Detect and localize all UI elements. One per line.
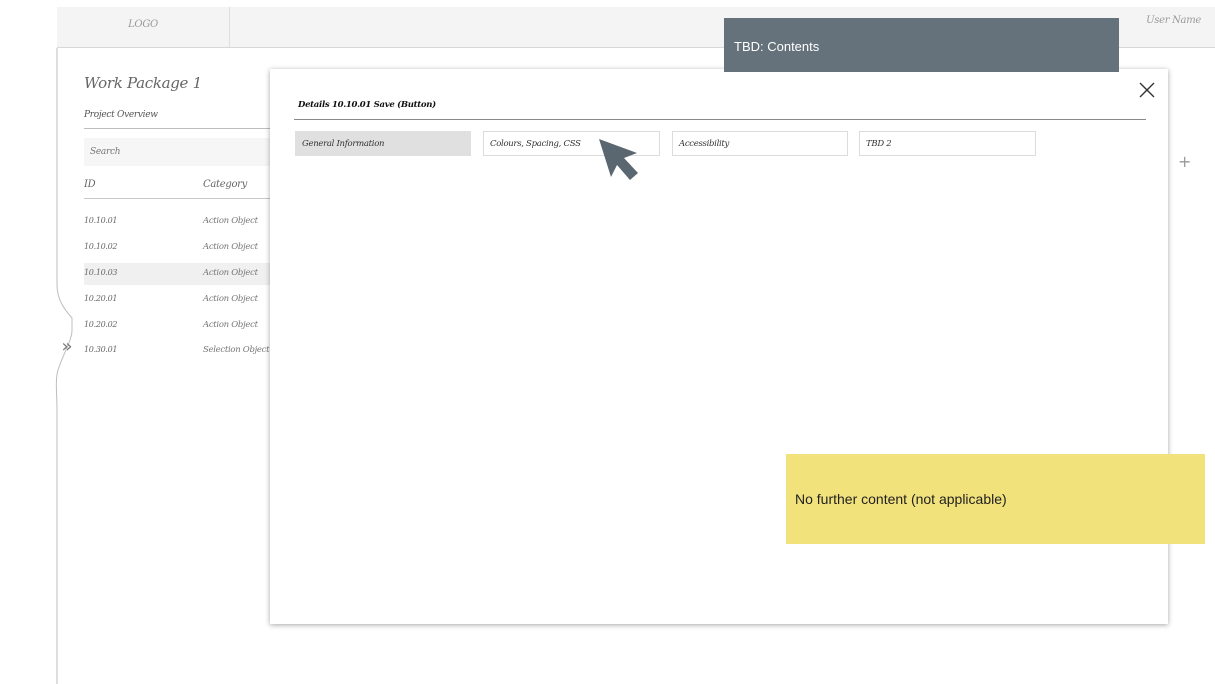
double-chevron-right-icon[interactable]: » xyxy=(56,336,78,358)
modal-title: Details 10.10.01 Save (Button) xyxy=(298,100,436,110)
row-category: Action Object xyxy=(203,320,258,330)
row-id: 10.20.01 xyxy=(84,294,118,303)
tab-accessibility[interactable]: Accessibility xyxy=(672,131,848,156)
row-category: Selection Object xyxy=(203,345,270,355)
annotation-tbd-contents: TBD: Contents xyxy=(724,18,1119,72)
row-id: 10.20.02 xyxy=(84,320,118,329)
tab-project-overview[interactable]: Project Overview xyxy=(84,110,158,120)
column-header-category[interactable]: Category xyxy=(203,179,247,190)
work-package-title: Work Package 1 xyxy=(84,74,202,92)
row-category: Action Object xyxy=(203,242,258,252)
row-category: Action Object xyxy=(203,268,258,278)
user-name[interactable]: User Name xyxy=(1146,15,1201,26)
search-input[interactable]: Search xyxy=(84,138,270,166)
logo-cell: LOGO xyxy=(57,7,230,47)
table-row[interactable]: 10.10.02 Action Object xyxy=(84,237,270,259)
table-row[interactable]: 10.20.02 Action Object xyxy=(84,315,270,337)
table-row[interactable]: 10.30.01 Selection Object xyxy=(84,340,270,362)
close-icon[interactable] xyxy=(1136,79,1158,101)
column-divider xyxy=(84,198,270,199)
row-category: Action Object xyxy=(203,216,258,226)
table-row[interactable]: 10.10.03 Action Object xyxy=(84,263,270,285)
row-id: 10.10.01 xyxy=(84,216,118,225)
annotation-text: TBD: Contents xyxy=(734,39,820,54)
row-id: 10.10.03 xyxy=(84,268,118,277)
tab-tbd-2[interactable]: TBD 2 xyxy=(859,131,1036,156)
plus-icon[interactable]: + xyxy=(1178,152,1191,171)
row-id: 10.10.02 xyxy=(84,242,118,251)
tab-general-information[interactable]: General Information xyxy=(295,131,471,156)
annotation-text: No further content (not applicable) xyxy=(795,491,1007,507)
modal-title-divider xyxy=(294,119,1146,120)
table-row[interactable]: 10.20.01 Action Object xyxy=(84,289,270,311)
cursor-arrow-icon xyxy=(599,139,638,180)
table-row[interactable]: 10.10.01 Action Object xyxy=(84,211,270,233)
logo[interactable]: LOGO xyxy=(57,19,229,30)
column-header-id[interactable]: ID xyxy=(84,179,96,190)
annotation-not-applicable: No further content (not applicable) xyxy=(786,454,1205,544)
tab-underline xyxy=(84,128,270,129)
row-id: 10.30.01 xyxy=(84,345,118,354)
row-category: Action Object xyxy=(203,294,258,304)
